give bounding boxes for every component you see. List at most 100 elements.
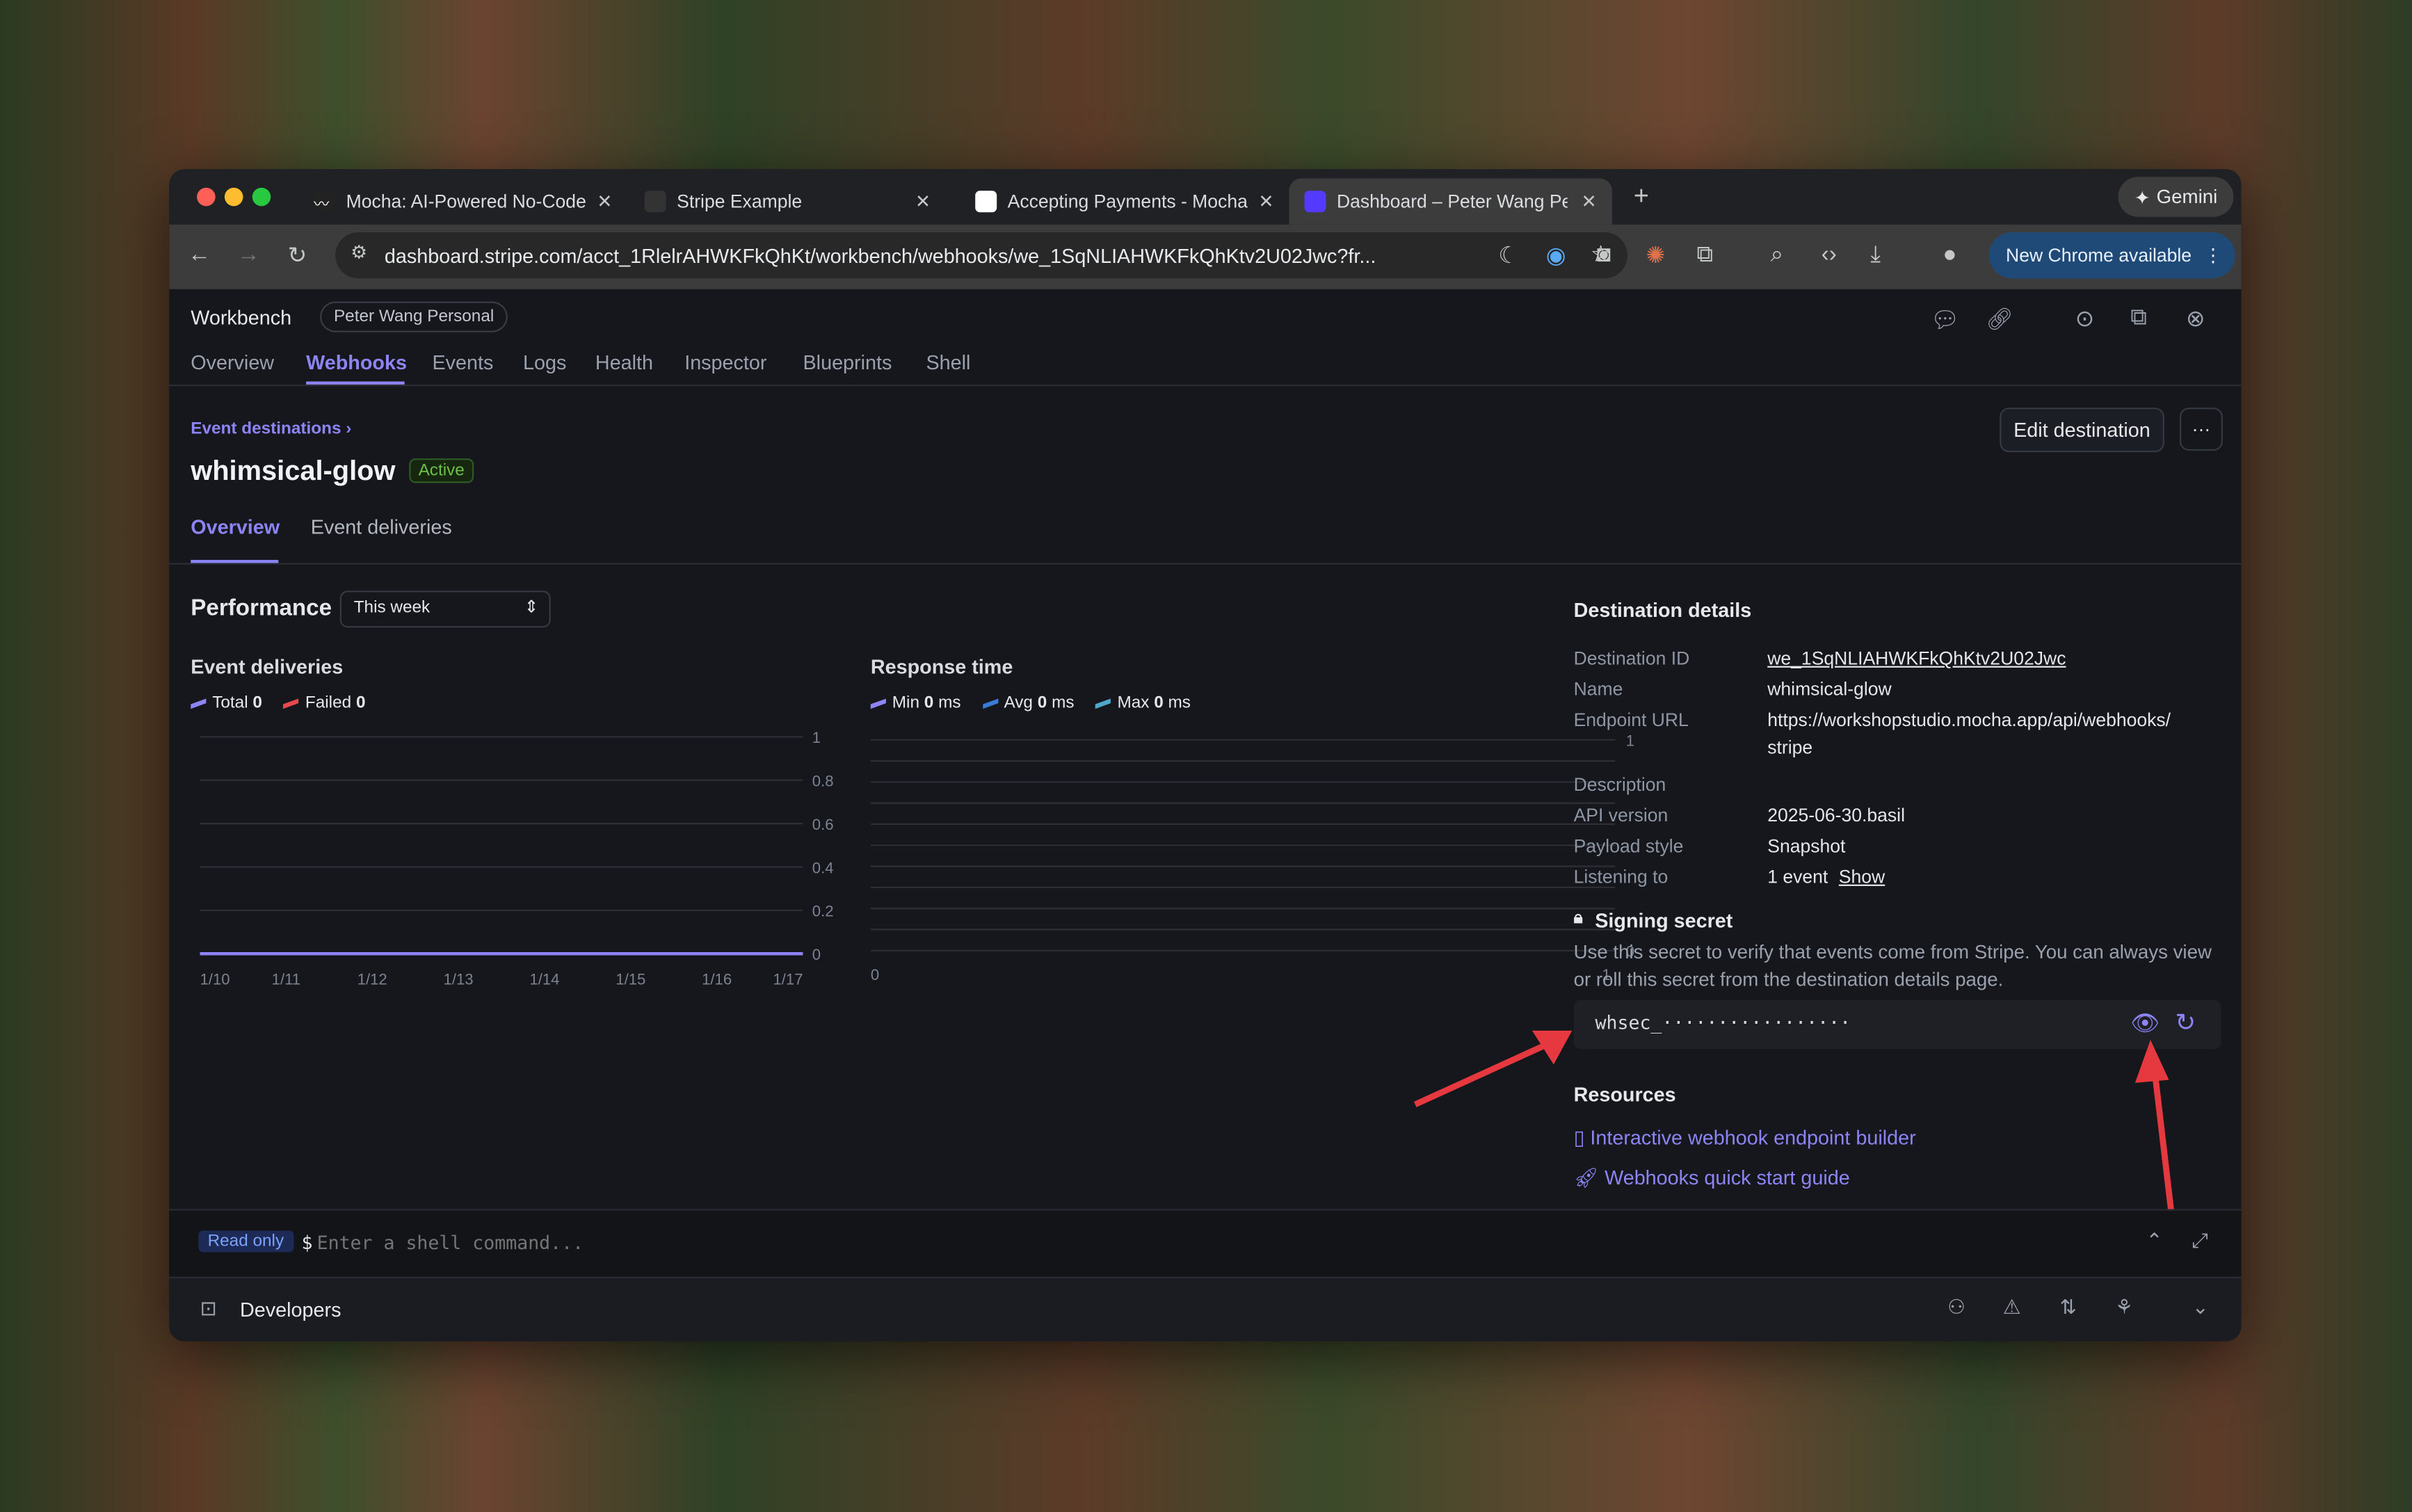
close-workbench-icon[interactable]: ⊗ [2186, 305, 2205, 332]
browser-tab-active[interactable]: Dashboard – Peter Wang Pers ✕ [1289, 179, 1611, 225]
nav-webhooks[interactable]: Webhooks [306, 351, 407, 373]
close-tab-icon[interactable]: ✕ [915, 191, 931, 212]
legend-unit: ms [1052, 693, 1074, 712]
more-options-icon[interactable]: ⊙ [2075, 305, 2095, 332]
browser-toolbar: ← → ↻ ⚙ dashboard.stripe.com/acct_1RlelrA… [169, 225, 2241, 289]
gemini-button[interactable]: ✦Gemini [2118, 177, 2234, 217]
chart-legend: Total 0Failed 0 [191, 693, 365, 712]
browser-tab[interactable]: 〰Mocha: AI-Powered No-Code✕ [298, 179, 613, 225]
edit-destination-button[interactable]: Edit destination [2000, 408, 2164, 452]
expand-icon[interactable]: ⧉ [2130, 305, 2147, 331]
nav-events[interactable]: Events [432, 351, 493, 373]
kebab-menu-icon: ⋮ [2204, 245, 2223, 266]
feedback-icon[interactable]: 💬︎ [1931, 306, 1960, 334]
tab-search-icon[interactable]: ⌕ [1771, 241, 1784, 268]
devtools-code-icon[interactable]: ‹› [1822, 241, 1837, 268]
close-tab-icon[interactable]: ✕ [597, 191, 612, 212]
download-icon[interactable]: ⤓ [1870, 241, 1881, 268]
browser-window: 〰Mocha: AI-Powered No-Code✕ Stripe Examp… [169, 169, 2241, 1341]
profile-avatar[interactable]: ● [1943, 241, 1956, 268]
nav-inspector[interactable]: Inspector [684, 351, 766, 373]
close-tab-icon[interactable]: ✕ [1258, 191, 1273, 212]
new-tab-button[interactable]: + [1634, 182, 1649, 212]
breadcrumb-link[interactable]: Event destinations [191, 420, 341, 439]
chevron-down-circle-icon[interactable]: ⌄ [2192, 1295, 2209, 1319]
legend-label: Min [892, 693, 919, 712]
y-tick-label: 1 [812, 729, 821, 746]
developers-bar[interactable]: ⊡ Developers ⚇ ⚠ ⇅ ⚘ ⌄ [169, 1278, 2241, 1342]
developers-label: Developers [240, 1298, 341, 1321]
maximize-window-button[interactable] [252, 188, 271, 207]
detail-row: Destination IDwe_1SqNLIAHWKFkQhKtv2U02Jw… [1574, 645, 2220, 673]
url-text: dashboard.stripe.com/acct_1RlelrAHWKFkQh… [385, 244, 1376, 267]
address-bar[interactable]: ⚙ dashboard.stripe.com/acct_1RlelrAHWKFkQ… [335, 232, 1627, 278]
detail-row: Namewhimsical-glow [1574, 675, 2220, 703]
nav-blueprints[interactable]: Blueprints [803, 351, 892, 373]
legend-label: Failed [305, 693, 351, 712]
read-only-badge: Read only [198, 1230, 293, 1252]
tab-label: Dashboard – Peter Wang Pers [1337, 191, 1568, 212]
legend-value: 0 [252, 693, 262, 712]
new-chrome-available-button[interactable]: New Chrome available⋮ [1989, 232, 2235, 278]
nav-shell[interactable]: Shell [926, 351, 970, 373]
detail-label: Destination ID [1574, 645, 1768, 673]
warning-icon[interactable]: ⚠ [2003, 1295, 2021, 1319]
nav-logs[interactable]: Logs [523, 351, 566, 373]
legend-item: Avg 0 ms [983, 693, 1075, 712]
event-deliveries-chart: 00.20.40.60.811/101/111/121/131/141/151/… [169, 715, 861, 992]
legend-label: Total [212, 693, 248, 712]
sort-arrows-icon[interactable]: ⇅ [2059, 1295, 2076, 1319]
browser-tab[interactable]: Accepting Payments - Mocha✕ [960, 179, 1277, 225]
shell-prompt: $ [301, 1232, 312, 1254]
detail-value[interactable]: we_1SqNLIAHWKFkQhKtv2U02Jwc [1767, 645, 2066, 673]
link-icon[interactable]: 🔗︎ [1986, 306, 2013, 332]
gemini-label: Gemini [2157, 186, 2218, 208]
tab-label: Stripe Example [677, 191, 802, 212]
detail-value: Snapshot [1767, 833, 1845, 860]
nav-health[interactable]: Health [595, 351, 653, 373]
arrow-to-secret [1415, 1041, 1554, 1104]
extension-icon[interactable]: ◉ [1546, 241, 1566, 269]
reload-icon[interactable]: ↻ [288, 241, 307, 269]
binoculars-icon[interactable]: ⚇ [1947, 1295, 1965, 1319]
y-tick-label: 0 [812, 946, 821, 963]
chevron-up-icon[interactable]: ⌃ [2146, 1229, 2162, 1253]
close-tab-icon[interactable]: ✕ [1581, 191, 1596, 212]
legend-value: 0 [1154, 693, 1164, 712]
tab-event-deliveries[interactable]: Event deliveries [311, 515, 452, 538]
tab-bar: 〰Mocha: AI-Powered No-Code✕ Stripe Examp… [169, 169, 2241, 225]
legend-swatch [284, 698, 299, 709]
terminal-icon: ⊡ [200, 1296, 217, 1321]
legend-unit: ms [938, 693, 960, 712]
extension-icon[interactable]: ◙ [1597, 241, 1611, 268]
range-value: This week [354, 598, 431, 617]
mocha-favicon-icon [975, 191, 997, 212]
dark-mode-extension-icon[interactable]: ☾ [1498, 241, 1519, 269]
detail-row: Description [1574, 771, 2220, 798]
extensions-puzzle-icon[interactable]: ⧉ [1697, 241, 1714, 268]
show-events-link[interactable]: Show [1839, 863, 1885, 891]
tab-overview[interactable]: Overview [191, 515, 280, 538]
claude-extension-icon[interactable]: ✺ [1646, 241, 1666, 269]
shell-input[interactable] [317, 1226, 1394, 1260]
detail-value: 1 event [1767, 863, 1828, 891]
forward-icon[interactable]: → [237, 241, 260, 268]
legend-label: Max [1117, 693, 1149, 712]
expand-shell-icon[interactable]: ⤢ [2192, 1229, 2208, 1253]
close-window-button[interactable] [197, 188, 216, 207]
details-title: Destination details [1574, 598, 1752, 621]
account-badge[interactable]: Peter Wang Personal [320, 301, 508, 332]
back-icon[interactable]: ← [188, 241, 211, 268]
webhook-icon[interactable]: ⚘ [2115, 1295, 2133, 1319]
y-tick-label: 0.8 [812, 773, 834, 790]
browser-tab[interactable]: Stripe Example ✕ [629, 179, 947, 225]
breadcrumb[interactable]: Event destinations › [191, 420, 351, 439]
range-select[interactable]: This week⇕ [340, 590, 551, 627]
y-tick-label: 0.2 [812, 903, 834, 920]
detail-label: Name [1574, 675, 1768, 703]
nav-overview[interactable]: Overview [191, 351, 274, 373]
more-actions-button[interactable]: ··· [2180, 408, 2223, 451]
chart-legend: Min 0 msAvg 0 msMax 0 ms [871, 693, 1191, 712]
site-settings-icon[interactable]: ⚙ [351, 241, 367, 263]
minimize-window-button[interactable] [225, 188, 243, 207]
